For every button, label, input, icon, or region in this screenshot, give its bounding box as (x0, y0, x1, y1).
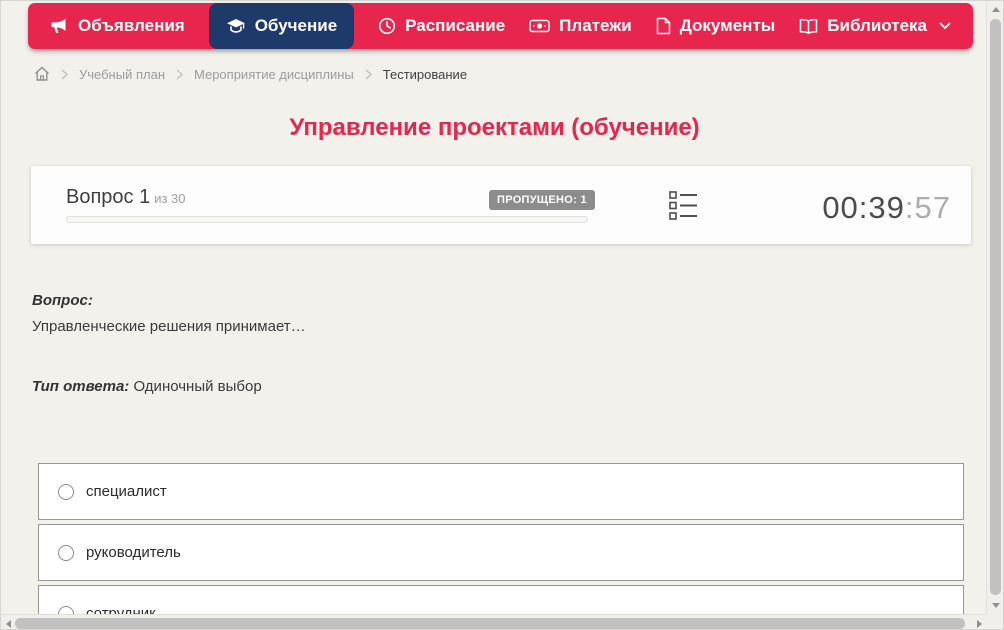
horizontal-scrollbar[interactable] (1, 614, 988, 629)
skipped-badge: ПРОПУЩЕНО: 1 (489, 190, 595, 210)
nav-label: Объявления (78, 16, 185, 35)
scrollbar-corner (986, 614, 1003, 629)
option-label: руководитель (86, 544, 181, 561)
megaphone-icon (51, 18, 66, 33)
question-counter: Вопрос 1 из 30 (66, 186, 186, 209)
quiz-progress-bar (66, 216, 588, 223)
answer-type: Тип ответа: Одиночный выбор (32, 378, 932, 395)
chevron-right-icon (61, 68, 68, 80)
document-icon (656, 17, 670, 35)
scroll-up-button[interactable] (987, 1, 1003, 18)
breadcrumb-item-discipline-event[interactable]: Мероприятие дисциплины (194, 67, 354, 82)
scroll-down-button[interactable] (987, 597, 1003, 614)
question-number: Вопрос 1 (66, 186, 151, 208)
answer-option-specialist[interactable]: специалист (38, 463, 964, 520)
breadcrumb-item-study-plan[interactable]: Учебный план (79, 67, 165, 82)
answer-options: специалист руководитель сотрудник (38, 463, 964, 629)
nav-label: Платежи (559, 16, 632, 35)
vertical-scrollbar-thumb[interactable] (990, 19, 1001, 595)
main-navigation: Объявления Обучение Расписание Платежи Д… (28, 3, 973, 49)
option-label: специалист (86, 483, 167, 500)
vertical-scrollbar[interactable] (986, 1, 1003, 614)
clock-icon (379, 17, 396, 35)
question-list-icon (669, 191, 697, 220)
nav-label: Расписание (405, 16, 506, 35)
question-total: из 30 (154, 191, 186, 206)
answer-option-manager[interactable]: руководитель (38, 524, 964, 581)
breadcrumb: Учебный план Мероприятие дисциплины Тест… (34, 63, 467, 85)
quiz-header-panel: Вопрос 1 из 30 ПРОПУЩЕНО: 1 00:39:57 (31, 166, 971, 244)
chevron-right-icon (365, 68, 372, 80)
question-text: Управленческие решения принимает… (32, 318, 306, 335)
home-link[interactable] (34, 66, 50, 82)
nav-item-announcements[interactable]: Объявления (50, 16, 185, 36)
chevron-down-icon (939, 22, 951, 30)
radio-button[interactable] (58, 483, 74, 500)
scroll-left-button[interactable] (1, 615, 15, 629)
breadcrumb-item-testing: Тестирование (382, 66, 468, 82)
answer-type-value: Одиночный выбор (133, 378, 262, 395)
chevron-right-icon (176, 68, 183, 80)
nav-item-schedule[interactable]: Расписание (378, 16, 505, 36)
nav-item-library[interactable]: Библиотека (799, 16, 951, 36)
book-icon (800, 18, 818, 34)
nav-label: Документы (679, 16, 776, 35)
answer-type-label: Тип ответа: (32, 378, 130, 395)
banknote-icon (529, 19, 550, 33)
horizontal-scrollbar-thumb[interactable] (15, 618, 965, 629)
timer-seconds: :57 (904, 190, 951, 225)
radio-button[interactable] (58, 544, 74, 561)
quiz-timer: 00:39:57 (822, 190, 951, 226)
home-icon (35, 66, 49, 81)
triangle-up-icon (991, 7, 1000, 12)
graduation-cap-icon (226, 18, 245, 33)
timer-hours-minutes: 00:39 (822, 190, 905, 225)
nav-label: Библиотека (827, 16, 927, 35)
triangle-left-icon (5, 619, 11, 628)
triangle-right-icon (977, 619, 982, 628)
page-title: Управление проектами (обучение) (289, 114, 700, 141)
nav-item-payments[interactable]: Платежи (529, 16, 632, 36)
question-heading: Вопрос: (32, 292, 93, 309)
nav-item-documents[interactable]: Документы (656, 16, 776, 36)
nav-item-training[interactable]: Обучение (208, 3, 355, 49)
quiz-page: Объявления Обучение Расписание Платежи Д… (0, 0, 1004, 630)
question-block: Вопрос: Управленческие решения принимает… (32, 292, 932, 395)
question-list-button[interactable] (669, 191, 698, 226)
nav-label: Обучение (254, 16, 338, 35)
triangle-down-icon (991, 603, 1000, 608)
